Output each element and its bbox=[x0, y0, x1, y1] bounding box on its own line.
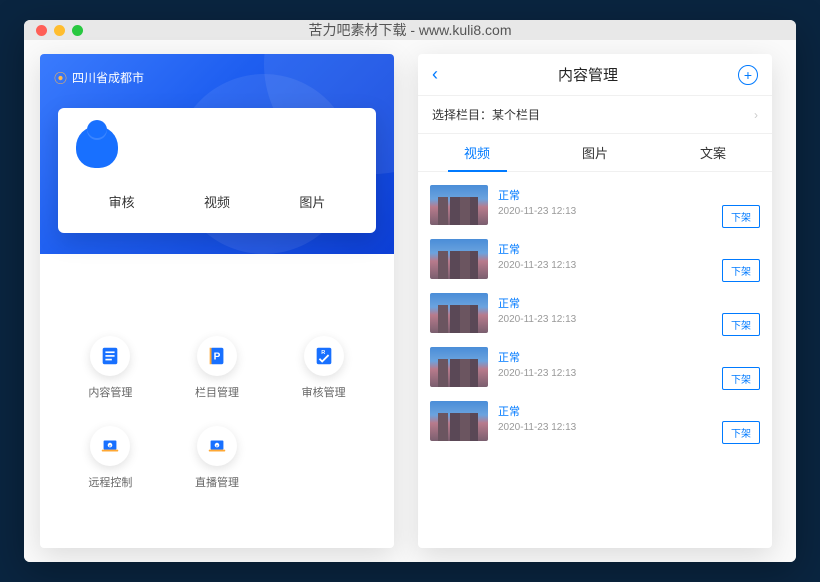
list-item[interactable]: 正常 2020-11-23 12:13 下架 bbox=[428, 340, 762, 394]
content-list: 正常 2020-11-23 12:13 下架 正常 2020-11-23 12:… bbox=[418, 172, 772, 548]
minimize-icon[interactable] bbox=[54, 25, 65, 36]
avatar-icon[interactable] bbox=[76, 126, 118, 168]
offline-button[interactable]: 下架 bbox=[722, 367, 760, 390]
item-text: 正常 2020-11-23 12:13 bbox=[498, 185, 760, 225]
list-item[interactable]: 正常 2020-11-23 12:13 下架 bbox=[428, 394, 762, 448]
grid-remote-control[interactable]: e 远程控制 bbox=[62, 426, 159, 490]
tab-video[interactable]: 视频 bbox=[418, 134, 536, 171]
svg-text:P: P bbox=[214, 352, 221, 363]
svg-text:e: e bbox=[216, 444, 218, 448]
thumbnail-icon bbox=[430, 185, 488, 225]
timestamp: 2020-11-23 12:13 bbox=[498, 368, 760, 379]
laptop-icon: e bbox=[197, 426, 237, 466]
timestamp: 2020-11-23 12:13 bbox=[498, 314, 760, 325]
back-button[interactable]: ‹ bbox=[432, 64, 438, 85]
app-window: 苦力吧素材下载 - www.kuli8.com ⦿ 四川省成都市 审核 视频 图… bbox=[24, 20, 796, 562]
add-button[interactable]: + bbox=[738, 65, 758, 85]
titlebar: 苦力吧素材下载 - www.kuli8.com bbox=[24, 20, 796, 40]
grid-live-manage[interactable]: e 直播管理 bbox=[169, 426, 266, 490]
check-icon: R bbox=[304, 336, 344, 376]
status-badge: 正常 bbox=[498, 187, 760, 203]
card-tab-review[interactable]: 审核 bbox=[109, 192, 135, 211]
list-icon bbox=[90, 336, 130, 376]
location-pin-icon: ⦿ bbox=[54, 68, 67, 87]
location-label[interactable]: ⦿ 四川省成都市 bbox=[54, 68, 144, 87]
item-text: 正常 2020-11-23 12:13 bbox=[498, 293, 760, 333]
offline-button[interactable]: 下架 bbox=[722, 313, 760, 336]
thumbnail-icon bbox=[430, 401, 488, 441]
status-badge: 正常 bbox=[498, 295, 760, 311]
grid-label: 栏目管理 bbox=[195, 384, 239, 400]
card-tabs: 审核 视频 图片 bbox=[76, 192, 358, 211]
status-badge: 正常 bbox=[498, 349, 760, 365]
thumbnail-icon bbox=[430, 347, 488, 387]
content-area: ⦿ 四川省成都市 审核 视频 图片 内容管理 bbox=[24, 40, 796, 562]
feature-grid: 内容管理 P 栏目管理 R 审核管理 e bbox=[40, 322, 394, 490]
grid-review-manage[interactable]: R 审核管理 bbox=[275, 336, 372, 400]
chevron-right-icon: › bbox=[754, 108, 758, 122]
status-badge: 正常 bbox=[498, 241, 760, 257]
grid-content-manage[interactable]: 内容管理 bbox=[62, 336, 159, 400]
maximize-icon[interactable] bbox=[72, 25, 83, 36]
grid-label: 内容管理 bbox=[88, 384, 132, 400]
tab-image[interactable]: 图片 bbox=[536, 134, 654, 171]
profile-card: 审核 视频 图片 bbox=[58, 108, 376, 233]
svg-text:R: R bbox=[321, 350, 325, 356]
thumbnail-icon bbox=[430, 239, 488, 279]
page-title: 内容管理 bbox=[558, 64, 618, 85]
grid-column-manage[interactable]: P 栏目管理 bbox=[169, 336, 266, 400]
tab-text[interactable]: 文案 bbox=[654, 134, 772, 171]
laptop-icon: e bbox=[90, 426, 130, 466]
grid-label: 远程控制 bbox=[88, 474, 132, 490]
selector-label: 选择栏目：某个栏目 bbox=[432, 106, 540, 123]
content-tabs: 视频 图片 文案 bbox=[418, 134, 772, 172]
item-text: 正常 2020-11-23 12:13 bbox=[498, 347, 760, 387]
offline-button[interactable]: 下架 bbox=[722, 421, 760, 444]
svg-text:e: e bbox=[109, 444, 111, 448]
timestamp: 2020-11-23 12:13 bbox=[498, 206, 760, 217]
left-phone-screen: ⦿ 四川省成都市 审核 视频 图片 内容管理 bbox=[40, 54, 394, 548]
right-phone-screen: ‹ 内容管理 + 选择栏目：某个栏目 › 视频 图片 文案 正常 2020-11… bbox=[418, 54, 772, 548]
grid-label: 直播管理 bbox=[195, 474, 239, 490]
close-icon[interactable] bbox=[36, 25, 47, 36]
item-text: 正常 2020-11-23 12:13 bbox=[498, 401, 760, 441]
list-item[interactable]: 正常 2020-11-23 12:13 下架 bbox=[428, 178, 762, 232]
card-tab-image[interactable]: 图片 bbox=[299, 192, 325, 211]
list-item[interactable]: 正常 2020-11-23 12:13 下架 bbox=[428, 232, 762, 286]
offline-button[interactable]: 下架 bbox=[722, 259, 760, 282]
card-tab-video[interactable]: 视频 bbox=[204, 192, 230, 211]
location-text: 四川省成都市 bbox=[72, 69, 144, 86]
grid-label: 审核管理 bbox=[302, 384, 346, 400]
thumbnail-icon bbox=[430, 293, 488, 333]
column-selector[interactable]: 选择栏目：某个栏目 › bbox=[418, 96, 772, 134]
timestamp: 2020-11-23 12:13 bbox=[498, 260, 760, 271]
offline-button[interactable]: 下架 bbox=[722, 205, 760, 228]
window-controls bbox=[36, 25, 83, 36]
item-text: 正常 2020-11-23 12:13 bbox=[498, 239, 760, 279]
window-title: 苦力吧素材下载 - www.kuli8.com bbox=[308, 20, 511, 40]
list-item[interactable]: 正常 2020-11-23 12:13 下架 bbox=[428, 286, 762, 340]
p-icon: P bbox=[197, 336, 237, 376]
timestamp: 2020-11-23 12:13 bbox=[498, 422, 760, 433]
page-header: ‹ 内容管理 + bbox=[418, 54, 772, 96]
status-badge: 正常 bbox=[498, 403, 760, 419]
